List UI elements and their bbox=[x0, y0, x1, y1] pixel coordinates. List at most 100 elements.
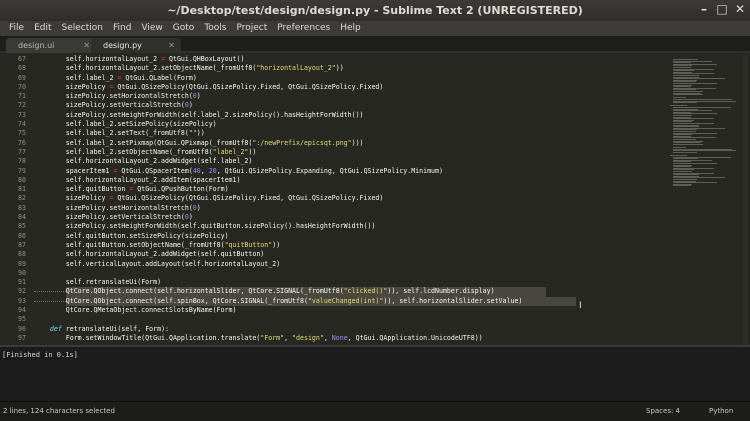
code-line[interactable]: self.retranslateUi(Form) bbox=[34, 278, 664, 287]
code-line[interactable]: sizePolicy.setHeightForWidth(self.label_… bbox=[34, 111, 664, 120]
code-text: Form.setWindowTitle(QtGui.QApplication.t… bbox=[34, 333, 483, 342]
line-number: 84 bbox=[0, 213, 26, 222]
code-text: sizePolicy.setHorizontalStretch(0) bbox=[34, 203, 201, 212]
code-text: self.horizontalLayout_2 = QtGui.QHBoxLay… bbox=[65, 55, 245, 63]
code-text: sizePolicy.setHeightForWidth(self.label_… bbox=[34, 110, 364, 119]
line-number-text: 75 bbox=[18, 129, 26, 138]
line-number: 93 bbox=[0, 297, 26, 306]
code-line[interactable]: Form.setWindowTitle(QtGui.QApplication.t… bbox=[34, 334, 664, 343]
code-line[interactable]: self.horizontalLayout_2.setObjectName(_f… bbox=[34, 64, 664, 73]
line-number: 79 bbox=[0, 167, 26, 176]
line-number: 85 bbox=[0, 222, 26, 231]
code-text: self.horizontalLayout_2.addItem(spacerIt… bbox=[65, 175, 241, 184]
minimap[interactable] bbox=[668, 55, 740, 345]
line-number-text: 91 bbox=[18, 278, 26, 287]
code-line[interactable] bbox=[34, 269, 664, 278]
line-number: 91 bbox=[0, 278, 26, 287]
code-line[interactable]: QtCore.QMetaObject.connectSlotsByName(Fo… bbox=[34, 306, 664, 315]
code-line[interactable]: self.horizontalLayout_2.addWidget(self.q… bbox=[34, 250, 664, 259]
line-number-text: 94 bbox=[18, 306, 26, 315]
code-line[interactable]: spacerItem1 = QtGui.QSpacerItem(40, 20, … bbox=[34, 167, 664, 176]
code-line[interactable]: sizePolicy.setVerticalStretch(0) bbox=[34, 213, 664, 222]
line-number-text: 74 bbox=[18, 120, 26, 129]
code-line[interactable]: self.label_2.setPixmap(QtGui.QPixmap(_fr… bbox=[34, 139, 664, 148]
line-number: 78 bbox=[0, 157, 26, 166]
selection-status: 2 lines, 124 characters selected bbox=[3, 407, 115, 415]
code-line[interactable]: sizePolicy.setHorizontalStretch(0) bbox=[34, 92, 664, 101]
line-number-text: 73 bbox=[18, 110, 26, 119]
line-number-text: 97 bbox=[18, 333, 26, 342]
code-editor[interactable]: 67 68 69 70 71 72 73 74 75 76 77 78 79 80 81 82 83 84 85 86… bbox=[0, 55, 750, 345]
syntax-setting[interactable]: Python bbox=[709, 402, 733, 420]
code-line[interactable]: sizePolicy.setHorizontalStretch(0) bbox=[34, 204, 664, 213]
minimap-line bbox=[673, 143, 703, 145]
menu-edit[interactable]: Edit bbox=[29, 21, 56, 36]
menu-bar: File Edit Selection Find View Goto Tools… bbox=[0, 21, 750, 36]
code-line[interactable]: def retranslateUi(self, Form): bbox=[34, 325, 664, 334]
code-line[interactable]: self.horizontalLayout_2.addWidget(self.l… bbox=[34, 157, 664, 166]
minimize-icon[interactable]: – bbox=[698, 3, 710, 15]
line-number-text: 70 bbox=[18, 82, 26, 91]
code-text: self.label_2.setSizePolicy(sizePolicy) bbox=[65, 120, 217, 129]
scrollbar[interactable] bbox=[742, 55, 748, 345]
code-line[interactable]: self.label_2 = QtGui.QLabel(Form) bbox=[34, 74, 664, 83]
code-text: self.retranslateUi(Form) bbox=[65, 278, 162, 287]
menu-tools[interactable]: Tools bbox=[199, 21, 231, 36]
line-number-text: 92 bbox=[18, 287, 26, 296]
code-line[interactable]: self.quitButton.setObjectName(_fromUtf8(… bbox=[34, 241, 664, 250]
minimap-line bbox=[673, 94, 703, 96]
line-number: 74 bbox=[0, 120, 26, 129]
line-number: 73 bbox=[0, 111, 26, 120]
code-line[interactable]: QtCore.QObject.connect(self.spinBox, QtC… bbox=[34, 296, 664, 307]
code-line[interactable] bbox=[34, 315, 664, 324]
code-line[interactable]: sizePolicy = QtGui.QSizePolicy(QtGui.QSi… bbox=[34, 83, 664, 92]
code-text: sizePolicy.setHorizontalStretch(0) bbox=[34, 92, 201, 101]
line-number: 82 bbox=[0, 194, 26, 203]
tab-design-ui[interactable]: design.ui ✕ bbox=[6, 38, 96, 53]
line-number: 89 bbox=[0, 260, 26, 269]
code-line[interactable]: self.label_2.setText(_fromUtf8("")) bbox=[34, 129, 664, 138]
menu-goto[interactable]: Goto bbox=[168, 21, 200, 36]
code-line[interactable]: sizePolicy = QtGui.QSizePolicy(QtGui.QSi… bbox=[34, 194, 664, 203]
menu-help[interactable]: Help bbox=[335, 21, 366, 36]
line-number-text: 93 bbox=[18, 296, 26, 305]
menu-view[interactable]: View bbox=[136, 21, 167, 36]
window-title: ~/Desktop/test/design/design.py - Sublim… bbox=[167, 4, 583, 17]
line-number: 77 bbox=[0, 148, 26, 157]
code-line[interactable]: self.verticalLayout.addLayout(self.horiz… bbox=[34, 260, 664, 269]
menu-selection[interactable]: Selection bbox=[57, 21, 108, 36]
line-number: 88 bbox=[0, 250, 26, 259]
close-icon[interactable]: ✕ bbox=[168, 38, 175, 53]
line-number-text: 84 bbox=[18, 213, 26, 222]
code-line[interactable]: QtCore.QObject.connect(self.horizontalSl… bbox=[34, 287, 664, 297]
code-line[interactable]: sizePolicy.setVerticalStretch(0) bbox=[34, 101, 664, 110]
minimap-line bbox=[673, 185, 691, 187]
code-text: spacerItem1 = QtGui.QSpacerItem(40, 20, … bbox=[34, 166, 443, 175]
code-text: self.verticalLayout.addLayout(self.horiz… bbox=[65, 259, 281, 268]
code-line[interactable]: self.label_2.setSizePolicy(sizePolicy) bbox=[34, 120, 664, 129]
code-line[interactable]: self.horizontalLayout_2 = QtGui.QHBoxLay… bbox=[34, 55, 664, 64]
status-bar: 2 lines, 124 characters selected Spaces:… bbox=[0, 401, 750, 421]
code-area[interactable]: self.horizontalLayout_2 = QtGui.QHBoxLay… bbox=[34, 55, 664, 345]
maximize-icon[interactable]: □ bbox=[716, 3, 728, 15]
menu-find[interactable]: Find bbox=[108, 21, 136, 36]
code-line[interactable]: self.horizontalLayout_2.addItem(spacerIt… bbox=[34, 176, 664, 185]
line-number: 71 bbox=[0, 92, 26, 101]
menu-preferences[interactable]: Preferences bbox=[272, 21, 335, 36]
close-icon[interactable]: ✕ bbox=[83, 38, 90, 53]
code-line[interactable]: self.label_2.setObjectName(_fromUtf8("la… bbox=[34, 148, 664, 157]
code-line[interactable]: sizePolicy.setHeightForWidth(self.quitBu… bbox=[34, 222, 664, 231]
code-text: self.label_2.setPixmap(QtGui.QPixmap(_fr… bbox=[65, 138, 364, 147]
code-line[interactable]: self.quitButton = QtGui.QPushButton(Form… bbox=[34, 185, 664, 194]
minimap-line bbox=[673, 102, 697, 104]
tab-bar: design.ui ✕ design.py ✕ bbox=[0, 36, 750, 53]
line-number-text: 78 bbox=[18, 157, 26, 166]
menu-file[interactable]: File bbox=[4, 21, 29, 36]
tab-design-py[interactable]: design.py ✕ bbox=[91, 38, 181, 53]
menu-project[interactable]: Project bbox=[231, 21, 272, 36]
close-icon[interactable]: ✕ bbox=[734, 3, 746, 15]
code-text: self.quitButton.setObjectName(_fromUtf8(… bbox=[65, 240, 281, 249]
line-number-text: 89 bbox=[18, 259, 26, 268]
indentation-setting[interactable]: Spaces: 4 bbox=[646, 402, 680, 420]
code-line[interactable]: self.quitButton.setSizePolicy(sizePolicy… bbox=[34, 232, 664, 241]
